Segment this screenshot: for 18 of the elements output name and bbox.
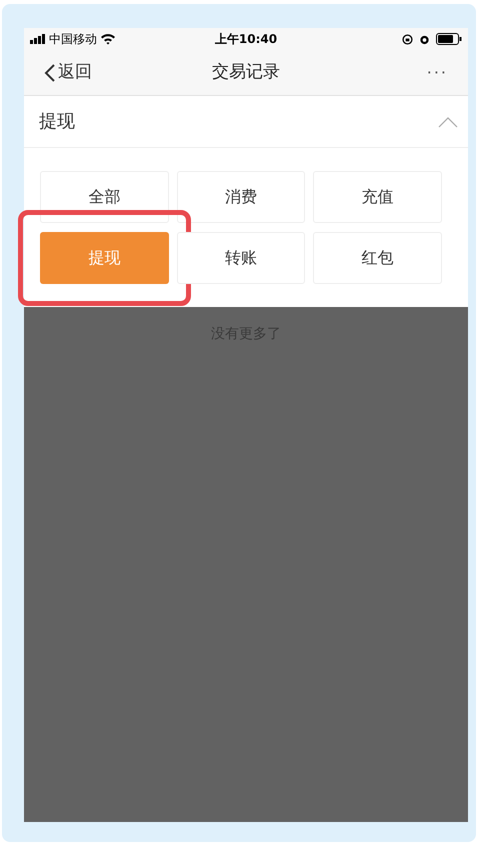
filter-button[interactable]: 消费 xyxy=(176,171,306,223)
filter-button[interactable]: 充值 xyxy=(313,171,442,223)
alarm-icon xyxy=(418,34,430,44)
page-title: 交易记录 xyxy=(212,60,280,84)
filter-button[interactable]: 红包 xyxy=(313,232,442,284)
section-title: 提现 xyxy=(39,110,75,134)
wifi-icon xyxy=(100,33,116,45)
more-button[interactable]: ··· xyxy=(368,60,448,84)
carrier-name: 中国移动 xyxy=(49,31,97,48)
back-button[interactable]: 返回 xyxy=(44,60,124,86)
status-time: 上午10:40 xyxy=(214,31,278,48)
filter-button[interactable]: 全部 xyxy=(40,171,169,223)
battery-icon xyxy=(436,33,462,45)
signal-icon xyxy=(30,34,46,44)
rotation-lock-icon xyxy=(402,34,413,44)
filter-button[interactable]: 转账 xyxy=(176,232,306,284)
chevron-up-icon[interactable] xyxy=(438,116,458,128)
chevron-left-icon xyxy=(44,62,56,82)
